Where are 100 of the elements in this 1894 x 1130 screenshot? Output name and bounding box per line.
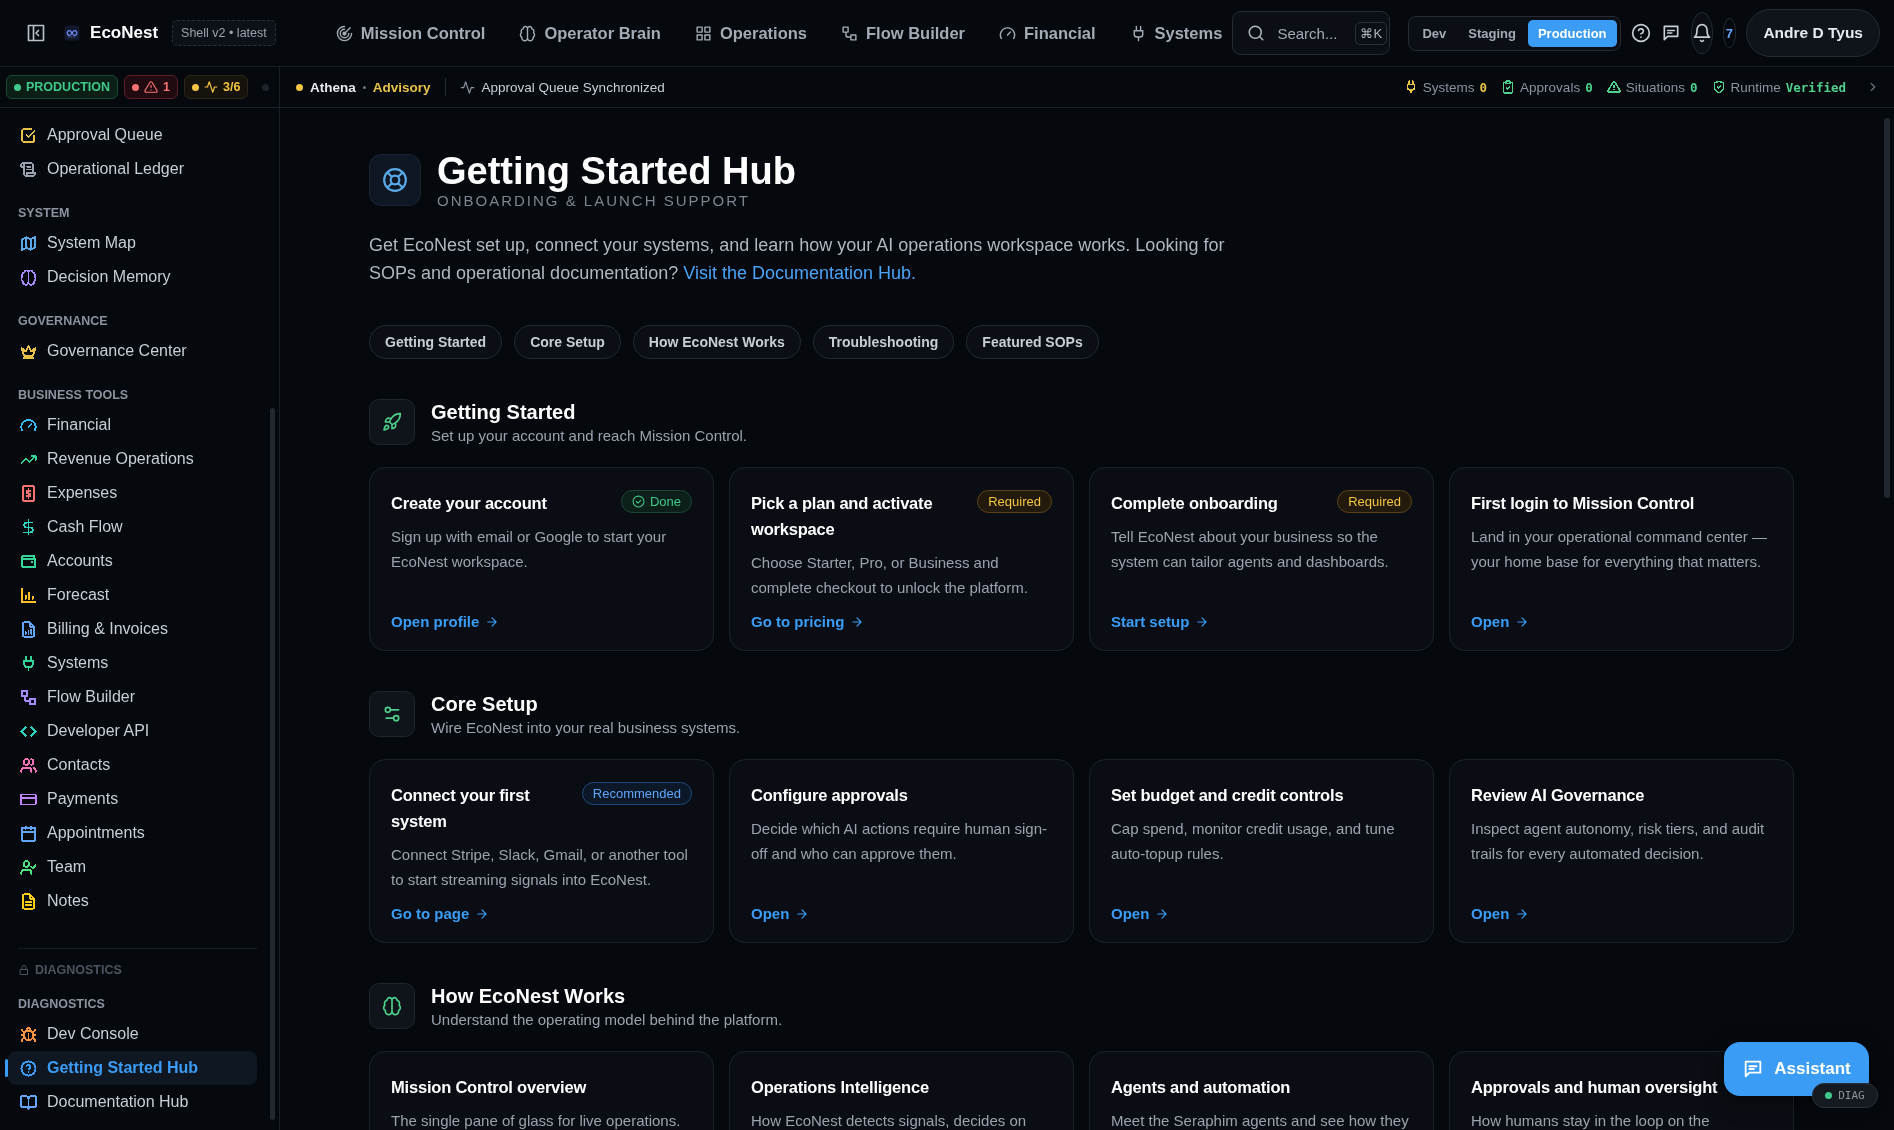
sidebar-item[interactable]: Developer API — [8, 714, 257, 748]
card-description: Cap spend, monitor credit usage, and tune auto-topup rules. — [1111, 819, 1396, 864]
sliders-icon — [382, 704, 402, 724]
sidebar-item[interactable]: Dev Console — [8, 1017, 257, 1051]
card-description: Inspect agent autonomy, risk tiers, and audit trails for every automated decision. — [1471, 819, 1766, 864]
card-description: The single pane of glass for live operations. — [391, 1111, 682, 1130]
nav-link[interactable]: Flow Builder — [841, 23, 965, 43]
sidebar-item[interactable]: Governance Center — [8, 334, 257, 368]
card-link[interactable]: Go to page — [391, 905, 692, 922]
jump-link[interactable]: How EcoNest Works — [632, 325, 801, 359]
nav-link[interactable]: Financial — [999, 23, 1096, 43]
card-description: Connect Stripe, Slack, Gmail, or another tool to start streaming signals into EcoNest. — [391, 845, 689, 890]
section-subtitle: Set up your account and reach Mission Control. — [431, 426, 747, 444]
card-description: Choose Starter, Pro, or Business and complete checkout to unlock the platform. — [751, 553, 1029, 598]
sidebar-item[interactable]: Operational Ledger — [8, 152, 257, 186]
arrow-right-icon — [1155, 906, 1170, 921]
notifications-button[interactable] — [1690, 12, 1713, 54]
jump-link[interactable]: Getting Started — [369, 325, 503, 359]
sidebar-item[interactable]: Documentation Hub — [8, 1085, 257, 1119]
page-title: Getting Started Hub — [437, 150, 796, 192]
sidebar-item[interactable]: Expenses — [8, 476, 257, 510]
grid-icon — [694, 24, 712, 42]
nav-link[interactable]: Mission Control — [335, 23, 486, 43]
card-title: Review AI Governance — [1471, 785, 1645, 806]
sidebar-item[interactable]: Financial — [8, 408, 257, 442]
user-menu-button[interactable]: Andre D Tyus — [1746, 9, 1880, 57]
sidebar-item[interactable]: Decision Memory — [8, 260, 257, 294]
nav-link[interactable]: Systems — [1129, 23, 1223, 43]
flow-icon — [841, 24, 858, 42]
sidebar-item[interactable]: Contacts — [8, 748, 257, 782]
arrow-right-icon — [1515, 906, 1530, 921]
sidebar-item[interactable]: Payments — [8, 782, 257, 816]
badge-text: Required — [988, 494, 1041, 509]
jump-link[interactable]: Troubleshooting — [812, 325, 955, 359]
badge-text: Done — [649, 494, 681, 509]
card-link[interactable]: Start setup — [1111, 613, 1412, 630]
brain-icon — [519, 24, 537, 42]
sidebar-item[interactable]: Appointments — [8, 816, 257, 850]
sidebar-item[interactable]: System Map — [8, 226, 257, 260]
sidebar-item[interactable]: Getting Started Hub — [8, 1051, 257, 1085]
shortcut-key: ⌘K — [1355, 21, 1388, 45]
status-dot — [132, 83, 140, 91]
target-icon — [335, 24, 353, 42]
environment-tab[interactable]: Staging — [1458, 19, 1526, 47]
sidebar-item[interactable]: Accounts — [8, 544, 257, 578]
card-link[interactable]: Open — [1471, 613, 1772, 630]
sidebar-toggle-icon[interactable] — [26, 23, 46, 43]
metric-value: 0 — [1479, 79, 1488, 95]
metric-label: Approvals — [1520, 79, 1581, 95]
arrow-right-icon — [1515, 614, 1530, 629]
sidebar-item[interactable]: Team — [8, 850, 257, 884]
card-description: Sign up with email or Google to start your EcoNest workspace. — [391, 527, 668, 572]
section-heading: BUSINESS TOOLS — [18, 388, 129, 402]
card-link[interactable]: Open — [1471, 905, 1772, 922]
page-subtitle: ONBOARDING & LAUNCH SUPPORT — [437, 192, 751, 209]
pulse-icon — [459, 79, 475, 95]
section-heading: DIAGNOSTICS — [18, 997, 105, 1011]
sidebar-item[interactable]: Cash Flow — [8, 510, 257, 544]
card-description: Tell EcoNest about your business so the system can tailor agents and dashboards. — [1111, 527, 1390, 572]
card-title: Connect your first system — [391, 785, 531, 832]
search-field[interactable]: Search... — [1275, 23, 1346, 43]
pulse-icon — [204, 80, 218, 94]
sidebar-item[interactable]: Revenue Operations — [8, 442, 257, 476]
nav-link[interactable]: Operations — [694, 23, 807, 43]
sidebar-item[interactable]: Flow Builder — [8, 680, 257, 714]
section-subtitle: Understand the operating model behind the platform. — [431, 1010, 783, 1028]
search-icon — [1247, 24, 1266, 42]
sidebar-item[interactable]: Forecast — [8, 578, 257, 612]
card-link[interactable]: Open — [1111, 905, 1412, 922]
nav-link[interactable]: Operator Brain — [519, 23, 661, 43]
section-title: Getting Started — [431, 400, 577, 424]
agent-mode: Advisory — [372, 79, 431, 95]
card-link[interactable]: Open — [751, 905, 1052, 922]
arrow-right-icon — [850, 614, 865, 629]
section-title: Core Setup — [431, 692, 539, 716]
sidebar-item[interactable]: Approval Queue — [8, 118, 257, 152]
card-description: How EcoNest detects signals, decides on — [751, 1111, 1028, 1130]
status-dot — [192, 83, 199, 91]
environment-tab[interactable]: Dev — [1412, 19, 1457, 47]
card-title: Complete onboarding — [1111, 493, 1278, 514]
jump-link[interactable]: Featured SOPs — [966, 325, 1099, 359]
arrow-right-icon — [1195, 614, 1210, 629]
card-link[interactable]: Go to pricing — [751, 613, 1052, 630]
sidebar-item[interactable]: Notes — [8, 884, 257, 918]
jump-link[interactable]: Core Setup — [514, 325, 621, 359]
brain-icon — [382, 996, 402, 1016]
documentation-link[interactable]: Visit the Documentation Hub. — [683, 263, 916, 283]
card-title: Operations Intelligence — [751, 1077, 929, 1098]
sidebar-item[interactable]: Systems — [8, 646, 257, 680]
scrollbar-thumb[interactable] — [270, 408, 275, 1120]
metric-label: Situations — [1625, 79, 1685, 95]
sidebar-item[interactable]: Billing & Invoices — [8, 612, 257, 646]
card-link[interactable]: Open profile — [391, 613, 692, 630]
badge-text: Required — [1348, 494, 1401, 509]
section-title: How EcoNest Works — [431, 984, 627, 1008]
section-heading: DIAGNOSTICS — [35, 963, 122, 977]
card-title: Approvals and human oversight — [1471, 1077, 1718, 1098]
scrollbar-thumb[interactable] — [1884, 118, 1890, 498]
version-badge: Shell v2 • latest — [172, 20, 276, 46]
section-subtitle: Wire EcoNest into your real business systems. — [431, 718, 741, 736]
